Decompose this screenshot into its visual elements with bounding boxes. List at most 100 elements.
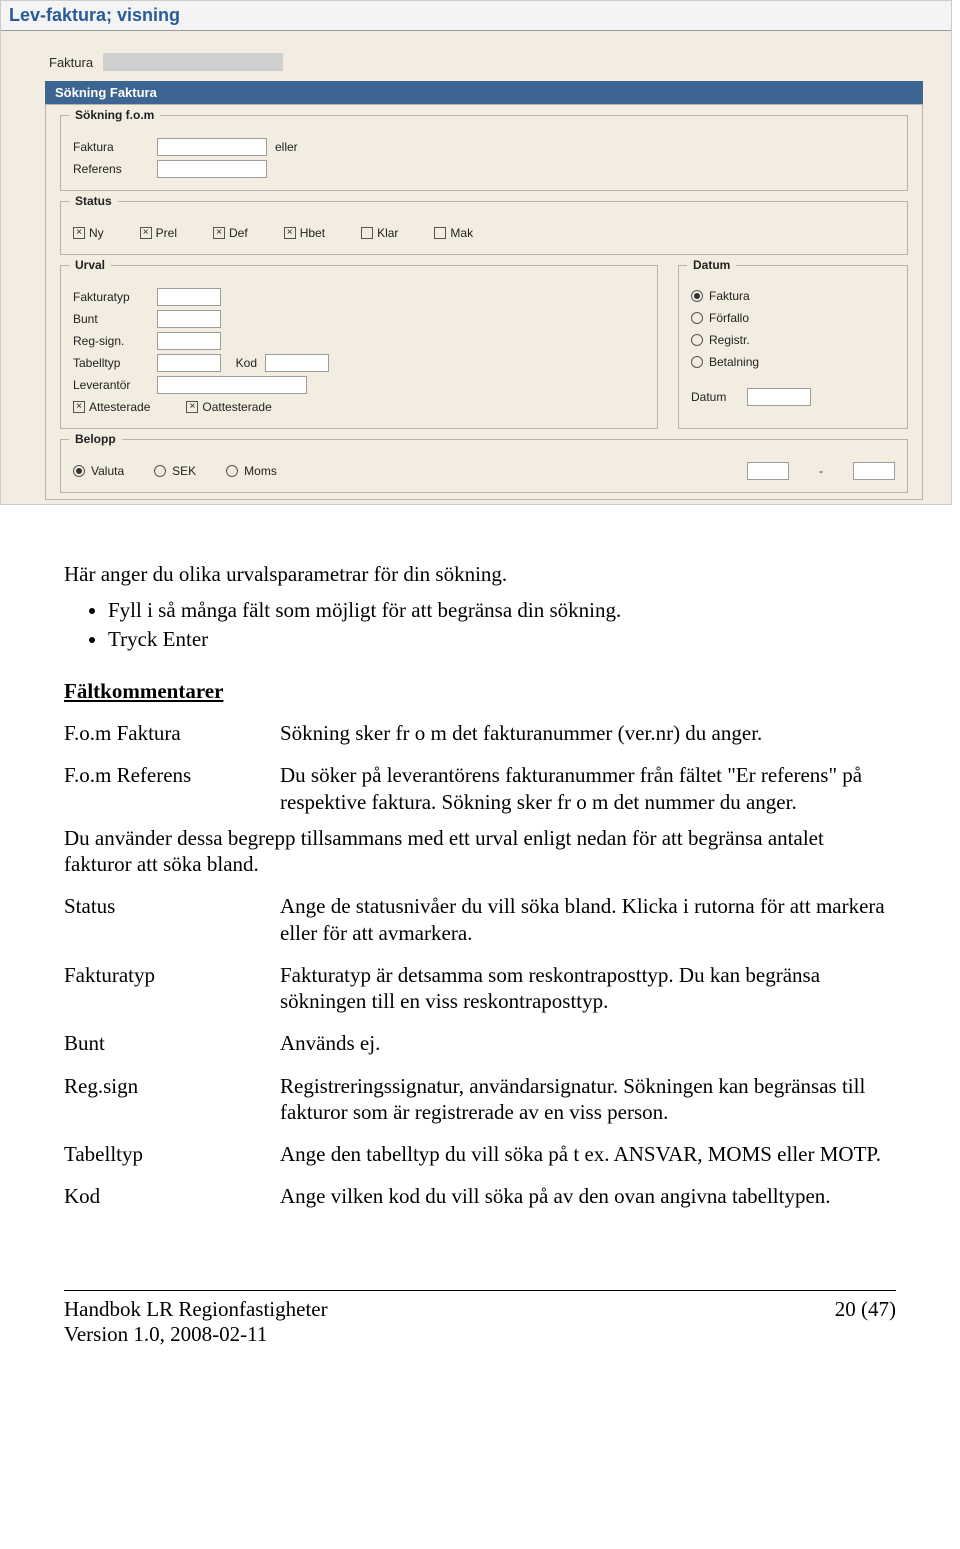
radio-belopp[interactable]: Valuta: [73, 461, 124, 481]
field-comment: Fakturatyp Fakturatyp är detsamma som res…: [64, 962, 896, 1015]
radio-datum[interactable]: Registr.: [691, 330, 895, 350]
radio-belopp[interactable]: SEK: [154, 461, 196, 481]
radio-icon: [691, 356, 703, 368]
label-bunt: Bunt: [73, 312, 149, 326]
radio-icon: [691, 334, 703, 346]
label-faktura: Faktura: [73, 140, 149, 154]
field-comment: Status Ange de statusnivåer du vill söka …: [64, 893, 896, 946]
label-leverantor: Leverantör: [73, 378, 149, 392]
referens-input[interactable]: [157, 160, 267, 178]
field-comment: Reg.sign Registreringssignatur, användars…: [64, 1073, 896, 1126]
group-status: Status NyPrelDefHbetKlarMak: [60, 201, 908, 255]
bullet-list: Fyll i så många fält som möjligt för att…: [108, 597, 896, 652]
between-text: Du använder dessa begrepp tillsammans me…: [64, 825, 896, 878]
group-urval: Urval Fakturatyp Bunt Reg-sign. Tabellty…: [60, 265, 658, 429]
field-name: Reg.sign: [64, 1073, 254, 1126]
checkbox-status[interactable]: Klar: [361, 226, 398, 240]
document-body: Här anger du olika urvalsparametrar för …: [0, 533, 960, 1244]
app-screenshot: Lev-faktura; visning Faktura Sökning Fak…: [0, 0, 952, 505]
field-comment: F.o.m Faktura Sökning sker fr o m det fak…: [64, 720, 896, 746]
window-title: Lev-faktura; visning: [1, 3, 188, 28]
field-name: F.o.m Referens: [64, 762, 254, 815]
radio-icon: [691, 290, 703, 302]
redacted-block: [103, 53, 283, 71]
field-comment: F.o.m Referens Du söker på leverantörens …: [64, 762, 896, 815]
bunt-input[interactable]: [157, 310, 221, 328]
footer-rule: [64, 1290, 896, 1291]
radio-datum[interactable]: Förfallo: [691, 308, 895, 328]
field-desc: Ange de statusnivåer du vill söka bland.…: [280, 893, 896, 946]
checkbox-icon: [140, 227, 152, 239]
checkbox-icon: [213, 227, 225, 239]
field-desc: Du söker på leverantörens fakturanummer …: [280, 762, 896, 815]
checkbox-status[interactable]: Hbet: [284, 226, 325, 240]
intro-text: Här anger du olika urvalsparametrar för …: [64, 561, 896, 587]
field-desc: Ange vilken kod du vill söka på av den o…: [280, 1183, 896, 1209]
leverantor-input[interactable]: [157, 376, 307, 394]
fakturatyp-input[interactable]: [157, 288, 221, 306]
field-comment: TabelltypAnge den tabelltyp du vill söka…: [64, 1141, 896, 1167]
radio-icon: [691, 312, 703, 324]
checkbox-status[interactable]: Mak: [434, 226, 473, 240]
field-desc: Används ej.: [280, 1030, 896, 1056]
footer-left-2: Version 1.0, 2008-02-11: [64, 1322, 328, 1347]
footer-left-1: Handbok LR Regionfastigheter: [64, 1297, 328, 1322]
checkbox-oattesterade[interactable]: Oattesterade: [186, 400, 271, 414]
field-desc: Ange den tabelltyp du vill söka på t ex.…: [280, 1141, 896, 1167]
field-name: Status: [64, 893, 254, 946]
radio-icon: [226, 465, 238, 477]
bullet-item: Tryck Enter: [108, 626, 896, 652]
field-name: Bunt: [64, 1030, 254, 1056]
checkbox-icon: [361, 227, 373, 239]
group-datum: Datum FakturaFörfalloRegistr.Betalning D…: [678, 265, 908, 429]
group-legend: Sökning f.o.m: [69, 108, 160, 122]
field-desc: Sökning sker fr o m det fakturanummer (v…: [280, 720, 896, 746]
label-regsign: Reg-sign.: [73, 334, 149, 348]
field-name: F.o.m Faktura: [64, 720, 254, 746]
kod-input[interactable]: [265, 354, 329, 372]
checkbox-icon: [73, 401, 85, 413]
checkbox-icon: [73, 227, 85, 239]
window-titlebar: Lev-faktura; visning: [1, 1, 951, 31]
field-desc: Fakturatyp är detsamma som reskontrapost…: [280, 962, 896, 1015]
footer-page: 20 (47): [835, 1297, 896, 1347]
group-legend: Urval: [69, 258, 111, 272]
radio-icon: [73, 465, 85, 477]
top-label: Faktura: [49, 55, 93, 70]
radio-datum[interactable]: Betalning: [691, 352, 895, 372]
checkbox-status[interactable]: Ny: [73, 226, 104, 240]
checkbox-icon: [186, 401, 198, 413]
faktura-input[interactable]: [157, 138, 267, 156]
field-name: Fakturatyp: [64, 962, 254, 1015]
checkbox-status[interactable]: Prel: [140, 226, 177, 240]
bullet-item: Fyll i så många fält som möjligt för att…: [108, 597, 896, 623]
label-tabelltyp: Tabelltyp: [73, 356, 149, 370]
checkbox-attesterade[interactable]: Attesterade: [73, 400, 150, 414]
group-belopp: Belopp ValutaSEKMoms -: [60, 439, 908, 493]
page-footer: Handbok LR Regionfastigheter Version 1.0…: [0, 1290, 960, 1377]
search-panel: Sökning f.o.m Faktura eller Referens Sta…: [45, 104, 923, 500]
field-desc: Registreringssignatur, användarsignatur.…: [280, 1073, 896, 1126]
label-eller: eller: [275, 140, 298, 154]
group-legend: Status: [69, 194, 118, 208]
belopp-to-input[interactable]: [853, 462, 895, 480]
belopp-from-input[interactable]: [747, 462, 789, 480]
section-heading: Fältkommentarer: [64, 678, 896, 704]
radio-icon: [154, 465, 166, 477]
label-kod: Kod: [229, 356, 257, 370]
group-sokning-fom: Sökning f.o.m Faktura eller Referens: [60, 115, 908, 191]
datum-input[interactable]: [747, 388, 811, 406]
radio-datum[interactable]: Faktura: [691, 286, 895, 306]
radio-belopp[interactable]: Moms: [226, 461, 277, 481]
tabelltyp-input[interactable]: [157, 354, 221, 372]
label-fakturatyp: Fakturatyp: [73, 290, 149, 304]
checkbox-icon: [284, 227, 296, 239]
label-datum: Datum: [691, 390, 739, 404]
field-comment: Bunt Används ej.: [64, 1030, 896, 1056]
label-referens: Referens: [73, 162, 149, 176]
checkbox-status[interactable]: Def: [213, 226, 248, 240]
dash: -: [819, 464, 823, 478]
panel-title: Sökning Faktura: [45, 81, 923, 104]
group-legend: Belopp: [69, 432, 122, 446]
regsign-input[interactable]: [157, 332, 221, 350]
